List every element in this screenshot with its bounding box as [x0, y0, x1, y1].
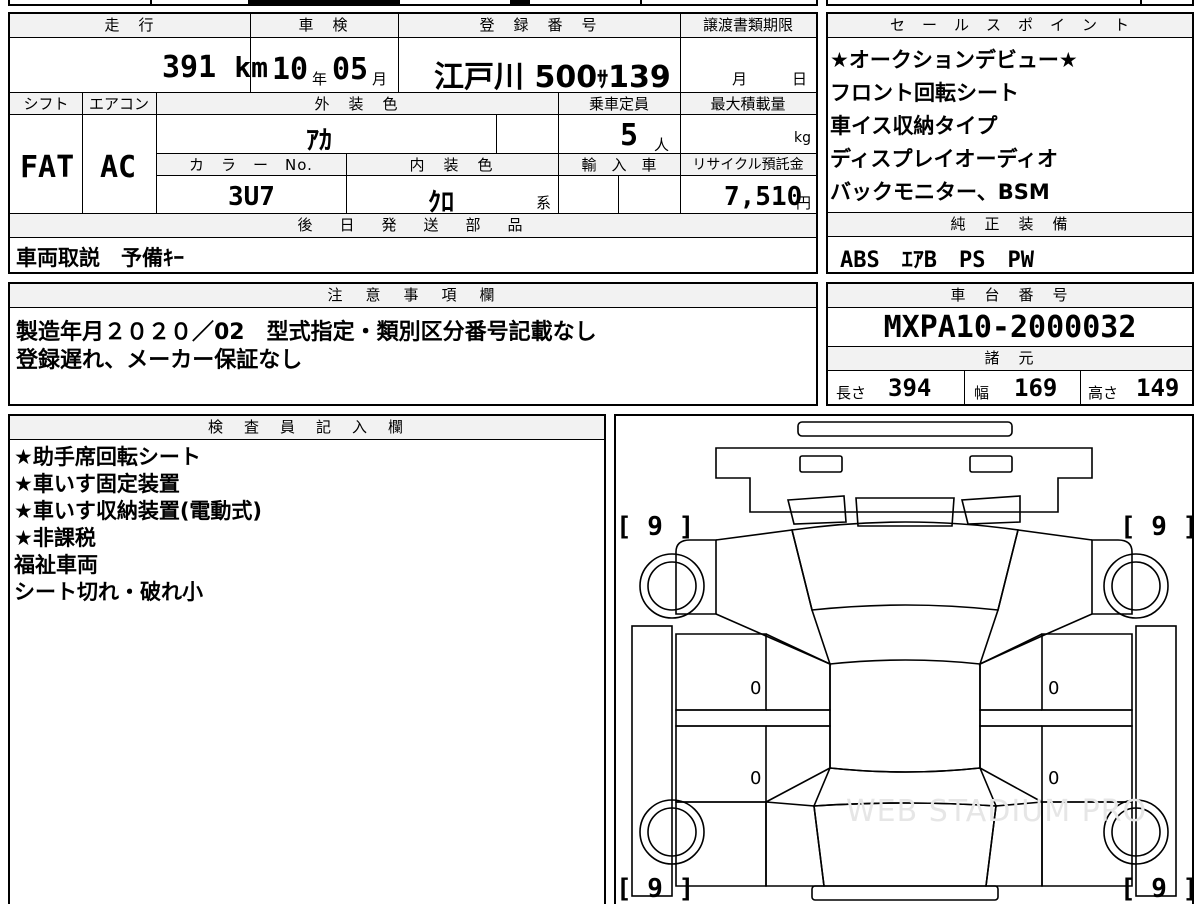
door-rear-left-mark: 0: [750, 768, 762, 789]
notes-panel: 注 意 事 項 欄 製造年月２０２０／02 型式指定・類別区分番号記載なし 登録…: [8, 282, 818, 406]
specs-header: 諸 元: [828, 347, 1192, 371]
list-item: ★助手席回転シート: [14, 445, 201, 469]
height-label: 高さ: [1088, 384, 1119, 402]
color-no-value: 3U7: [228, 182, 275, 212]
inspection-year: 10: [272, 52, 309, 87]
inspector-header: 検 査 員 記 入 欄: [10, 416, 604, 440]
recycle-fee-value: 7,510: [724, 182, 803, 212]
door-front-left-mark: 0: [750, 678, 762, 699]
month-unit: 月: [372, 70, 388, 88]
list-item: ★オークションデビュー★: [830, 48, 1078, 72]
interior-color-suffix: 系: [536, 194, 552, 212]
capacity-header: 乗車定員: [558, 93, 680, 115]
mileage-header: 走 行: [10, 14, 250, 38]
list-item: ★車いす収納装置(電動式): [14, 499, 263, 523]
width-label: 幅: [974, 384, 990, 402]
door-front-right-mark: 0: [1048, 678, 1060, 699]
exterior-color-value: ｱｶ: [306, 126, 333, 156]
list-item: 福祉車両: [14, 553, 98, 577]
exterior-color-header: 外 装 色: [156, 93, 558, 115]
notes-line-2: 登録遅れ、メーカー保証なし: [16, 348, 303, 373]
door-rear-right-mark: 0: [1048, 768, 1060, 789]
inspector-list: ★助手席回転シート ★車いす固定装置 ★車いす収納装置(電動式) ★非課税 福祉…: [14, 444, 262, 606]
registration-plate: 江戸川 500ｻ139: [434, 60, 671, 95]
later-parts-value: 車両取説 予備ｷｰ: [16, 246, 184, 270]
car-diagram-panel: [ 9 ] [ 9 ] [ 9 ] [ 9 ] 0 0 0 0 WEB STAD…: [614, 414, 1194, 904]
color-no-header: カ ラ ー No.: [156, 154, 346, 176]
top-strip: [0, 0, 1200, 8]
list-item: バックモニター、BSM: [830, 180, 1050, 204]
list-item: 車イス収納タイプ: [830, 114, 998, 138]
chassis-header: 車 台 番 号: [828, 284, 1192, 308]
inspector-panel: 検 査 員 記 入 欄 ★助手席回転シート ★車いす固定装置 ★車いす収納装置(…: [8, 414, 606, 904]
watermark: WEB STADIUM PRO: [846, 794, 1148, 829]
later-parts-header: 後 日 発 送 部 品: [10, 214, 816, 238]
mileage-value: 391 km: [162, 50, 268, 85]
interior-color-header: 内 装 色: [346, 154, 558, 176]
car-body-diagram: [631, 421, 1177, 901]
sales-points-header: セ ー ル ス ポ イ ン ト: [828, 14, 1192, 38]
aircon-header: エアコン: [82, 93, 156, 115]
inspection-header: 車 検: [250, 14, 398, 38]
aircon-value: AC: [100, 150, 137, 185]
list-item: シート切れ・破れ小: [14, 580, 203, 604]
tire-front-left-score: [ 9 ]: [616, 512, 695, 542]
list-item: ★非課税: [14, 526, 96, 550]
capacity-value: 5: [620, 118, 639, 153]
deadline-month-unit: 月: [732, 70, 748, 88]
width-value: 169: [1014, 374, 1058, 402]
max-load-header: 最大積載量: [680, 93, 816, 115]
reg-number-header: 登 録 番 号: [398, 14, 680, 38]
shift-header: シフト: [10, 93, 82, 115]
recycle-fee-header: リサイクル預託金: [680, 154, 816, 176]
inspection-month: 05: [332, 52, 369, 87]
vehicle-info-table: 走 行 車 検 登 録 番 号 譲渡書類期限 391 km 10 年 05 月 …: [8, 12, 818, 274]
length-label: 長さ: [836, 384, 867, 402]
standard-equipment-header: 純 正 装 備: [828, 213, 1192, 237]
shift-value: FAT: [20, 150, 75, 185]
height-value: 149: [1136, 374, 1180, 402]
list-item: ★車いす固定装置: [14, 472, 180, 496]
capacity-unit: 人: [654, 136, 670, 154]
list-item: ディスプレイオーディオ: [830, 147, 1059, 171]
length-value: 394: [888, 374, 932, 402]
list-item: フロント回転シート: [830, 81, 1019, 105]
notes-header: 注 意 事 項 欄: [10, 284, 816, 308]
chassis-number: MXPA10-2000032: [883, 310, 1137, 345]
sales-points-panel: セ ー ル ス ポ イ ン ト ★オークションデビュー★ フロント回転シート 車…: [826, 12, 1194, 274]
max-load-unit: kg: [794, 130, 811, 146]
import-header: 輸 入 車: [558, 154, 680, 176]
transfer-deadline-header: 譲渡書類期限: [680, 14, 816, 38]
year-unit: 年: [312, 70, 328, 88]
chassis-panel: 車 台 番 号 MXPA10-2000032 諸 元 長さ 394 幅 169 …: [826, 282, 1194, 406]
tire-front-right-score: [ 9 ]: [1120, 512, 1194, 542]
deadline-day-unit: 日: [792, 70, 808, 88]
standard-equipment-value: ABS ｴｱB PS PW: [840, 248, 1034, 273]
recycle-fee-unit: 円: [796, 194, 812, 212]
sales-points-list: ★オークションデビュー★ フロント回転シート 車イス収納タイプ ディスプレイオー…: [830, 46, 1078, 207]
